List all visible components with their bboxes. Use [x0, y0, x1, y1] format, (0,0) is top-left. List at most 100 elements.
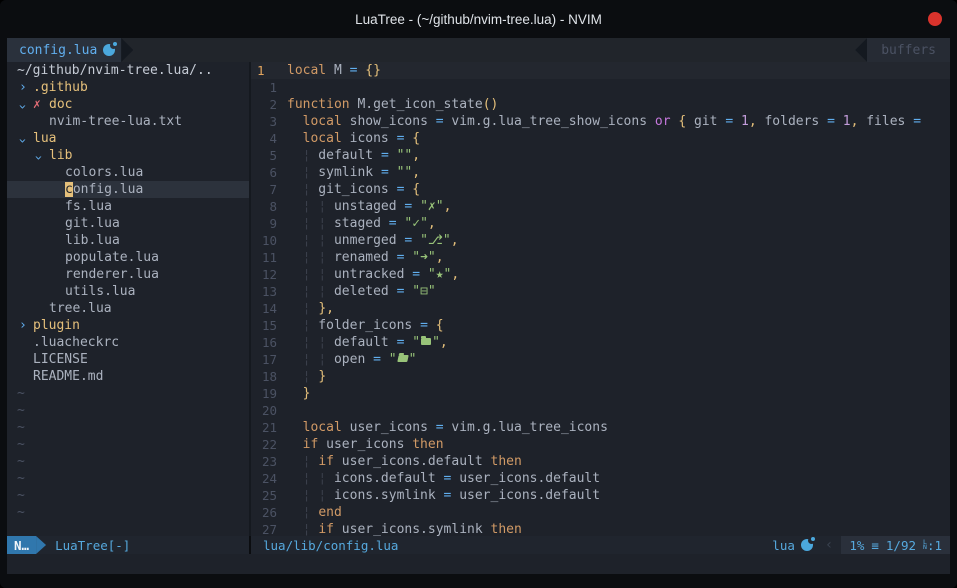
code-token: {: [436, 318, 444, 333]
tree-item-README.md[interactable]: README.md: [7, 368, 249, 385]
code-token: [287, 386, 303, 401]
code-line[interactable]: 1: [251, 79, 950, 96]
chevron-right-icon[interactable]: ›: [17, 80, 27, 95]
tree-item-lib.lua[interactable]: lib.lua: [7, 232, 249, 249]
code-line-text: ¦ folder_icons = {: [287, 318, 444, 333]
code-line[interactable]: 9 ¦ ¦ staged = "✓",: [251, 215, 950, 232]
code-line[interactable]: 2function M.get_icon_state(): [251, 96, 950, 113]
tree-icon-slot: [49, 164, 65, 181]
code-line-text: ¦ git_icons = {: [287, 182, 420, 197]
tree-item-renderer.lua[interactable]: renderer.lua: [7, 266, 249, 283]
file-tree-panel[interactable]: ~/github/nvim-tree.lua/.. ›.github›✗docn…: [7, 62, 249, 536]
code-line[interactable]: 15 ¦ folder_icons = {: [251, 317, 950, 334]
code-token: [287, 182, 303, 197]
tree-item-.github[interactable]: ›.github: [7, 79, 249, 96]
code-line[interactable]: 17 ¦ ¦ open = "": [251, 351, 950, 368]
tree-indent: [7, 300, 33, 317]
code-line[interactable]: 3 local show_icons = vim.g.lua_tree_show…: [251, 113, 950, 130]
code-line[interactable]: 20: [251, 402, 950, 419]
command-line[interactable]: [7, 554, 950, 574]
code-line-text: ¦ if user_icons.default then: [287, 454, 522, 469]
chevron-right-icon[interactable]: ›: [17, 318, 27, 333]
empty-line-tildes: ~~~~~~~~: [7, 385, 249, 521]
tilde-marker: ~: [7, 385, 249, 402]
code-line[interactable]: 26 ¦ end: [251, 504, 950, 521]
code-line[interactable]: 14 ¦ },: [251, 300, 950, 317]
code-line[interactable]: 16 ¦ ¦ default = "",: [251, 334, 950, 351]
tree-indent: [7, 283, 49, 300]
code-line[interactable]: 18 ¦ }: [251, 368, 950, 385]
line-number: 7: [251, 182, 287, 197]
code-token: icons: [342, 131, 397, 146]
code-line-text: ¦ ¦ icons.default = user_icons.default: [287, 471, 600, 486]
code-line[interactable]: 4 local icons = {: [251, 130, 950, 147]
code-token: [287, 505, 303, 520]
code-token: =: [389, 216, 397, 231]
tree-item-colors.lua[interactable]: colors.lua: [7, 164, 249, 181]
code-line[interactable]: 10 ¦ ¦ unmerged = "⎇",: [251, 232, 950, 249]
tree-item-.luacheckrc[interactable]: .luacheckrc: [7, 334, 249, 351]
tree-item-label: renderer.lua: [65, 267, 159, 282]
column-number: :1: [927, 538, 942, 553]
code-line[interactable]: 23 ¦ if user_icons.default then: [251, 453, 950, 470]
tree-item-plugin[interactable]: ›plugin: [7, 317, 249, 334]
folder-open-icon: [397, 355, 408, 362]
line-number: 26: [251, 505, 287, 520]
code-line-text: if user_icons then: [287, 437, 444, 452]
code-buffer[interactable]: 1local M = {}12function M.get_icon_state…: [251, 62, 950, 536]
code-line[interactable]: 11 ¦ ¦ renamed = "➜",: [251, 249, 950, 266]
code-token: show_icons: [342, 114, 436, 129]
tree-item-populate.lua[interactable]: populate.lua: [7, 249, 249, 266]
tree-item-fs.lua[interactable]: fs.lua: [7, 198, 249, 215]
buffers-segment[interactable]: buffers: [867, 38, 950, 62]
code-line[interactable]: 19 }: [251, 385, 950, 402]
code-line[interactable]: 13 ¦ ¦ deleted = "⊟": [251, 283, 950, 300]
tree-item-tree.lua[interactable]: tree.lua: [7, 300, 249, 317]
code-line[interactable]: 21 local user_icons = vim.g.lua_tree_ico…: [251, 419, 950, 436]
tree-item-git.lua[interactable]: git.lua: [7, 215, 249, 232]
code-line[interactable]: 1local M = {}: [251, 62, 950, 79]
code-line[interactable]: 12 ¦ ¦ untracked = "★",: [251, 266, 950, 283]
code-line-text: function M.get_icon_state(): [287, 97, 498, 112]
tab-label: config.lua: [19, 43, 97, 58]
close-button[interactable]: [928, 12, 942, 26]
tree-item-lua[interactable]: ›lua: [7, 130, 249, 147]
code-line[interactable]: 8 ¦ ¦ unstaged = "✗",: [251, 198, 950, 215]
titlebar[interactable]: LuaTree - (~/github/nvim-tree.lua) - NVI…: [0, 0, 957, 38]
tree-item-nvim-tree-lua.txt[interactable]: nvim-tree-lua.txt: [7, 113, 249, 130]
code-token: "✓": [404, 216, 427, 231]
tree-item-utils.lua[interactable]: utils.lua: [7, 283, 249, 300]
line-number: 1: [251, 63, 287, 78]
tree-item-config.lua[interactable]: config.lua: [7, 181, 249, 198]
tree-indent: [7, 368, 17, 385]
chevron-down-icon[interactable]: ›: [15, 101, 30, 111]
code-line[interactable]: 5 ¦ default = "",: [251, 147, 950, 164]
folder-icon: [421, 338, 431, 345]
editor-frame: config.lua buffers ~/github/nvim-tree.lu…: [0, 38, 957, 574]
string-quote: ": [412, 335, 420, 350]
tree-item-LICENSE[interactable]: LICENSE: [7, 351, 249, 368]
code-line[interactable]: 24 ¦ ¦ icons.default = user_icons.defaul…: [251, 470, 950, 487]
scroll-percent: 1%: [849, 538, 864, 553]
tilde-marker: ~: [7, 402, 249, 419]
chevron-down-icon[interactable]: ›: [15, 135, 30, 145]
code-token: untracked: [326, 267, 412, 282]
code-line[interactable]: 27 ¦ if user_icons.symlink then: [251, 521, 950, 536]
line-number: 15: [251, 318, 287, 333]
code-token: folders: [757, 114, 827, 129]
window-title: LuaTree - (~/github/nvim-tree.lua) - NVI…: [355, 12, 602, 27]
code-line[interactable]: 25 ¦ ¦ icons.symlink = user_icons.defaul…: [251, 487, 950, 504]
code-line[interactable]: 22 if user_icons then: [251, 436, 950, 453]
code-line[interactable]: 7 ¦ git_icons = {: [251, 181, 950, 198]
tilde-marker: ~: [7, 453, 249, 470]
tree-item-label: README.md: [33, 369, 103, 384]
code-token: [412, 233, 420, 248]
tab-config-lua[interactable]: config.lua: [7, 38, 121, 62]
tree-item-doc[interactable]: ›✗doc: [7, 96, 249, 113]
chevron-down-icon[interactable]: ›: [31, 152, 46, 162]
tree-item-lib[interactable]: ›lib: [7, 147, 249, 164]
code-line[interactable]: 6 ¦ symlink = "",: [251, 164, 950, 181]
code-line-text: ¦ ¦ renamed = "➜",: [287, 250, 444, 265]
tree-icon-slot: ›: [17, 317, 33, 334]
code-token: local: [303, 114, 342, 129]
